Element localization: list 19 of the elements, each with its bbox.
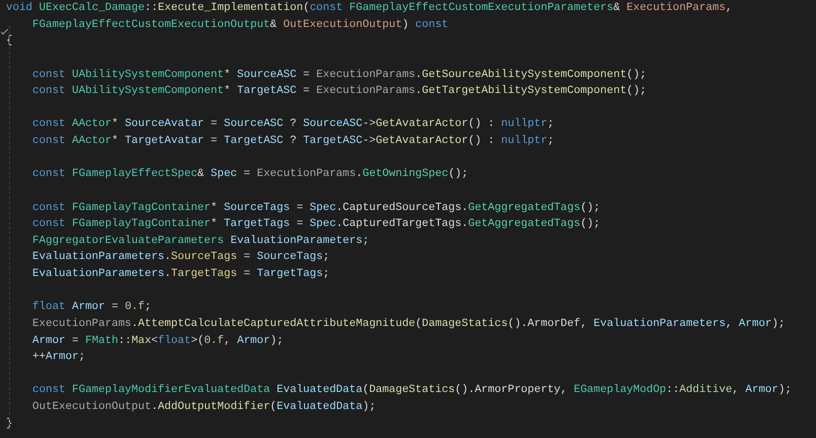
- code-line: const AActor* SourceAvatar = SourceASC ? SourceASC->GetAvatarActor() : nullptr;: [31, 117, 555, 132]
- code-line: float Armor = 0.f;: [31, 300, 152, 316]
- code-line: const AActor* TargetAvatar = TargetASC ? TargetASC->GetAvatarActor() : nullptr;: [31, 134, 555, 149]
- code-line: const FGameplayTagContainer* SourceTags = Spec.CapturedSourceTags.GetAggregatedTags();: [31, 200, 602, 216]
- code-line: const FGameplayModifierEvaluatedData EvaluatedData(DamageStatics().ArmorProperty, EGameplayModOp::Additive, Armor);: [31, 383, 793, 398]
- code-line: Armor = FMath::Max<float>(0.f, Armor);: [31, 334, 284, 348]
- code-line: const UAbilitySystemComponent* TargetASC = ExecutionParams.GetTargetAbilitySystemComponent();: [31, 84, 648, 100]
- code-line: EvaluationParameters.SourceTags = SourceTags;: [31, 250, 330, 266]
- code-line: EvaluationParameters.TargetTags = TargetTags;: [31, 267, 330, 282]
- code-line: void UExecCalc_Damage::Execute_Implementation(const FGameplayEffectCustomExecutionParameters& ExecutionParams,: [6, 1, 734, 16]
- code-line: ++Armor;: [31, 350, 86, 366]
- code-line: FAggregatorEvaluateParameters EvaluationParameters;: [31, 234, 370, 249]
- code-line: ExecutionParams.AttemptCalculateCapturedAttributeMagnitude(DamageStatics().ArmorDef, EvaluationParameters, Armor);: [31, 316, 786, 332]
- fold-marker-icon[interactable]: [1, 29, 8, 35]
- code-line: FGameplayEffectCustomExecutionOutput& OutExecutionOutput) const: [31, 18, 450, 33]
- code-line: const UAbilitySystemComponent* SourceASC = ExecutionParams.GetSourceAbilitySystemComponent();: [31, 68, 648, 82]
- code-line: const FGameplayTagContainer* TargetTags = Spec.CapturedTargetTags.GetAggregatedTags();: [31, 217, 602, 232]
- code-line: const FGameplayEffectSpec& Spec = ExecutionParams.GetOwningSpec();: [31, 167, 470, 182]
- code-line: OutExecutionOutput.AddOutputModifier(EvaluatedData);: [31, 400, 377, 415]
